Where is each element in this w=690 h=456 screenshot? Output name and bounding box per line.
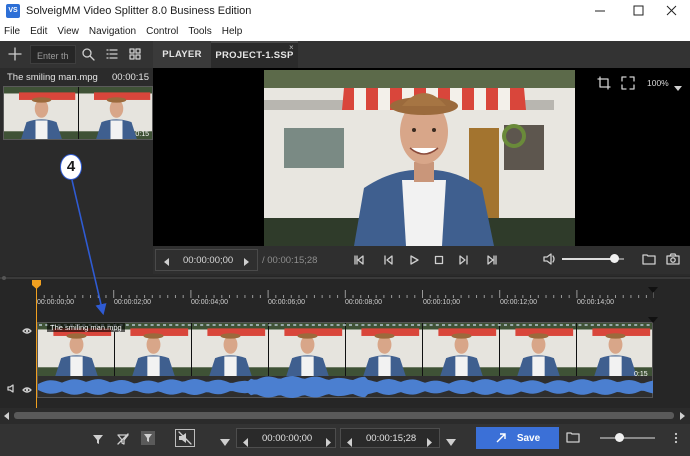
annotation-callout: 4 bbox=[60, 154, 82, 180]
annotation-arrow bbox=[71, 179, 107, 316]
